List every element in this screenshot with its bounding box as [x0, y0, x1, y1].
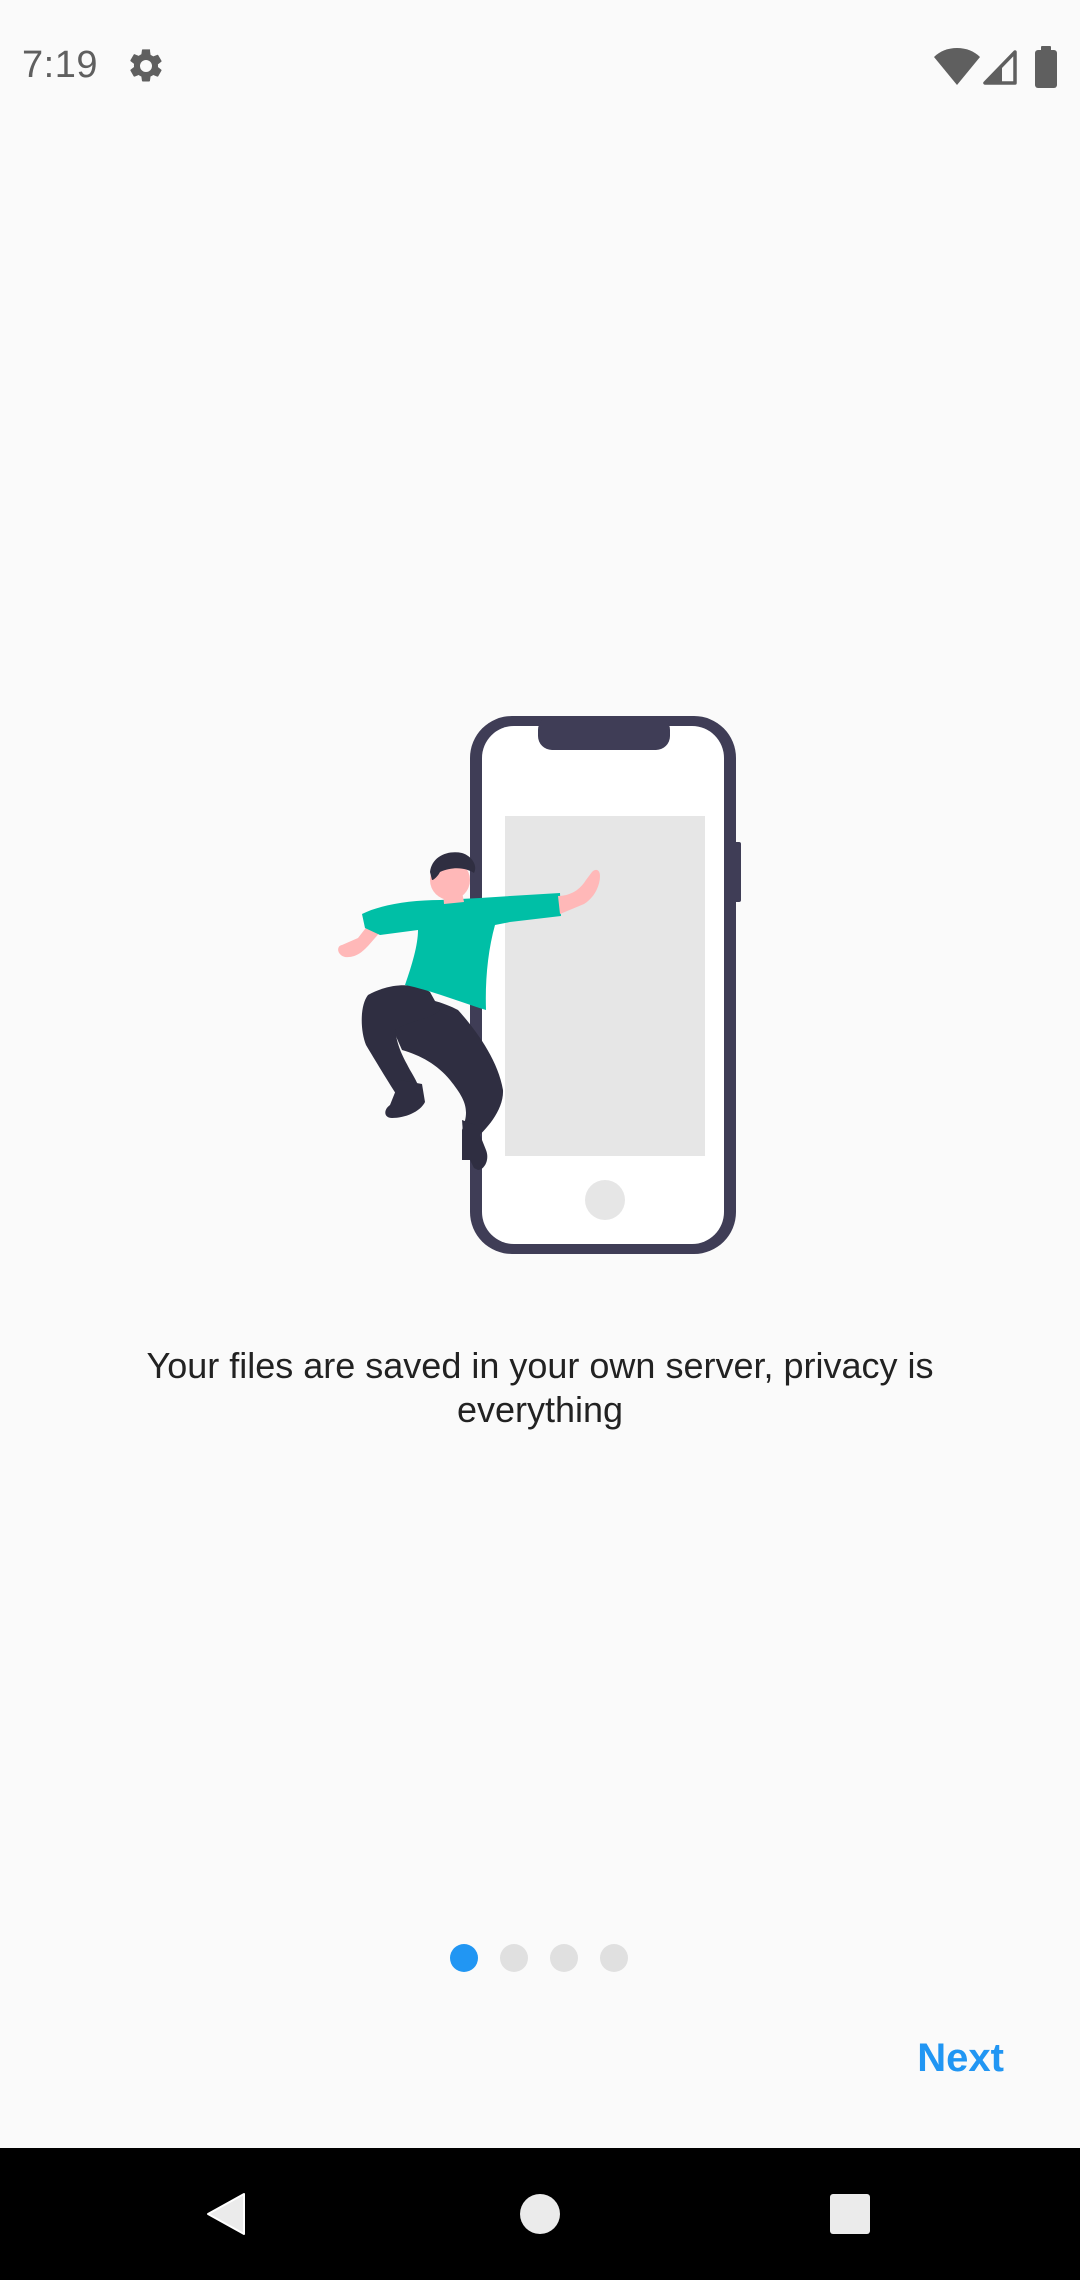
page-dot[interactable] [600, 1944, 628, 1972]
page-dot-active[interactable] [450, 1944, 478, 1972]
recents-icon[interactable] [829, 2193, 871, 2235]
signal-icon [983, 50, 1017, 85]
onboarding-message: Your files are saved in your own server,… [146, 1345, 934, 1430]
status-time: 7:19 [22, 44, 98, 86]
next-button[interactable]: Next [909, 2030, 1012, 2086]
page-dot[interactable] [550, 1944, 578, 1972]
wifi-icon [934, 48, 980, 85]
home-icon[interactable] [518, 2192, 562, 2236]
battery-icon [1035, 46, 1057, 88]
page-indicator [450, 1944, 628, 1972]
navigation-bar [0, 2148, 1080, 2280]
status-bar: 7:19 [0, 0, 1080, 134]
back-icon[interactable] [204, 2190, 248, 2238]
page-dot[interactable] [500, 1944, 528, 1972]
onboarding-screen: 7:19 Your files are saved in your own se… [0, 0, 1080, 2280]
person-with-phone-illustration [338, 716, 741, 1254]
gear-icon [130, 49, 162, 82]
